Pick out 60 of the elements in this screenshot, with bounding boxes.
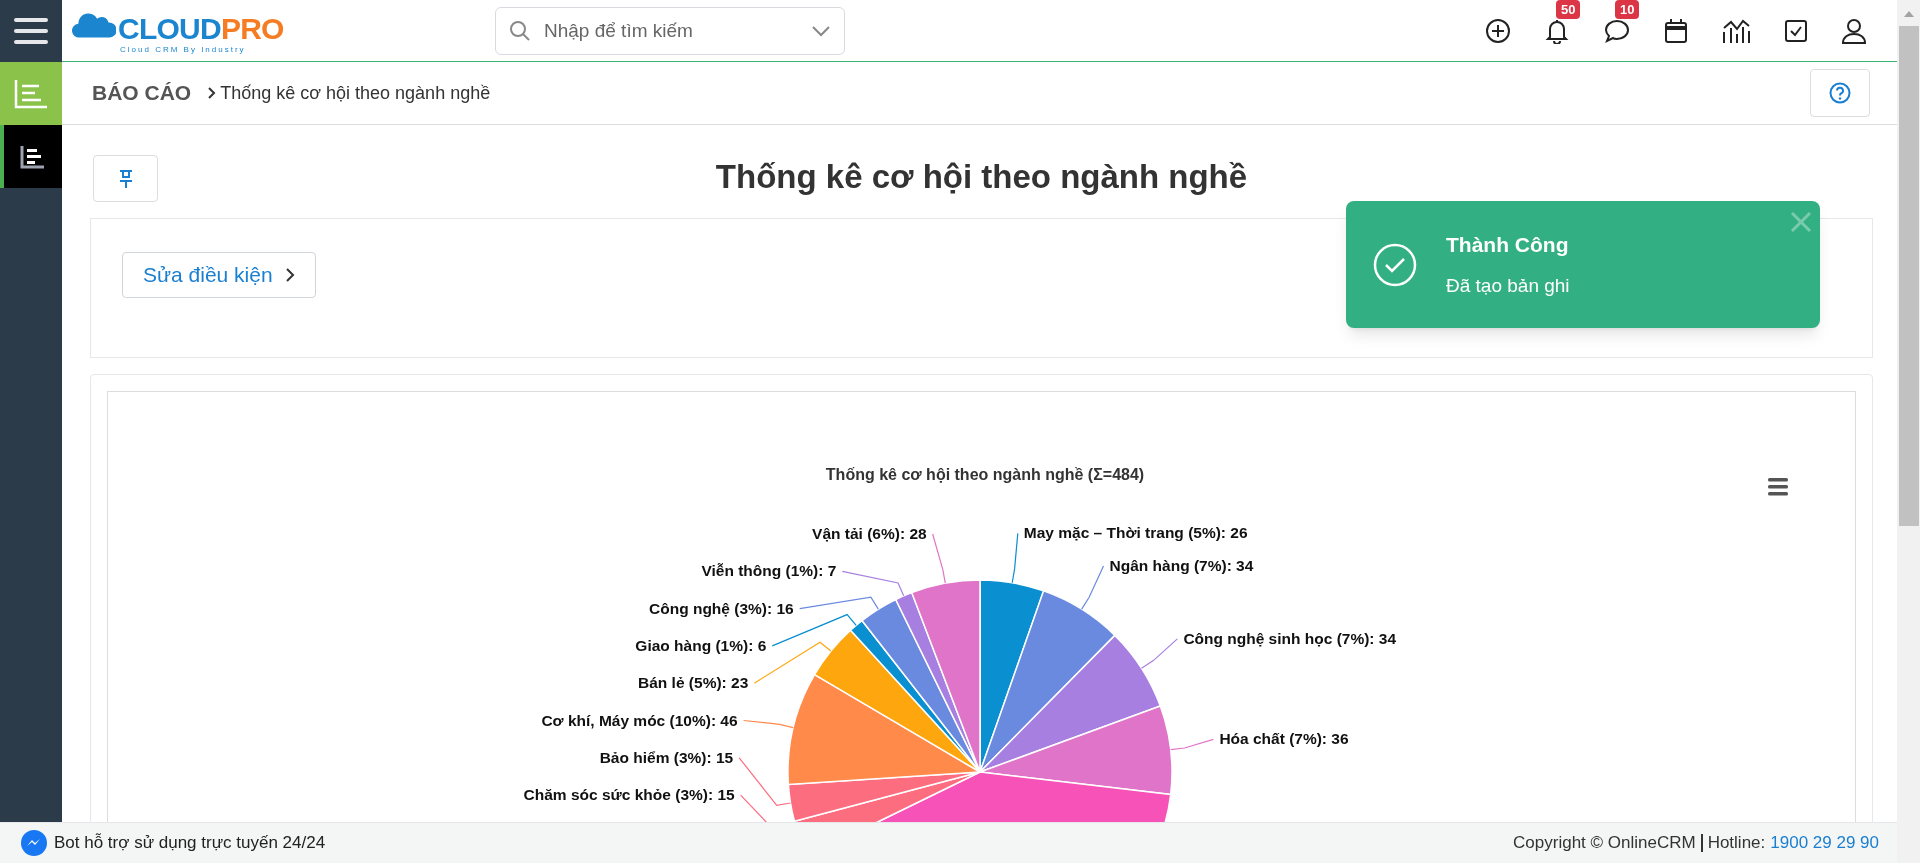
- user-icon[interactable]: [1841, 17, 1867, 44]
- leader-line: [1170, 738, 1214, 751]
- slice-label: Bán lẻ (5%): 23: [638, 674, 749, 692]
- scrollbar[interactable]: [1897, 0, 1920, 863]
- bot-support-link[interactable]: Bot hỗ trợ sử dụng trực tuyến 24/24: [54, 830, 326, 856]
- checkbox-icon[interactable]: [1784, 18, 1808, 43]
- leader-line: [1081, 565, 1105, 610]
- slice-label: May mặc – Thời trang (5%): 26: [1023, 524, 1248, 542]
- list-chart-icon: [13, 77, 49, 110]
- slice-label: Giao hàng (1%): 6: [635, 636, 767, 654]
- line-chart-icon[interactable]: [1721, 17, 1751, 44]
- scroll-thumb[interactable]: [1898, 26, 1919, 526]
- leader-line: [738, 757, 792, 806]
- copyright-text: Copyright © OnlineCRM: [1513, 834, 1703, 852]
- leader-line: [932, 533, 946, 584]
- slice-label: Công nghệ sinh học (7%): 34: [1183, 629, 1397, 647]
- leader-line: [1140, 638, 1178, 669]
- help-icon: [1829, 82, 1851, 104]
- search-field[interactable]: Nhập để tìm kiếm: [495, 6, 845, 55]
- message-badge: 10: [1615, 0, 1640, 19]
- breadcrumb-current: Thống kê cơ hội theo ngành nghề: [220, 81, 491, 105]
- slice-label: Cơ khí, Máy móc (10%): 46: [541, 711, 738, 729]
- menu-icon[interactable]: [1768, 478, 1788, 496]
- logo-text[interactable]: PRO: [220, 13, 284, 44]
- notification-badge: 50: [1556, 0, 1581, 19]
- search-icon: [509, 19, 531, 42]
- edit-conditions-button[interactable]: Sửa điều kiện: [122, 252, 316, 298]
- bell-icon[interactable]: [1544, 17, 1570, 44]
- hotline-link[interactable]: 1900 29 29 90: [1770, 830, 1879, 856]
- slice-label: Ngân hàng (7%): 34: [1109, 557, 1254, 574]
- chat-icon[interactable]: [1603, 17, 1631, 44]
- slice-label: Hóa chất (7%): 36: [1219, 730, 1349, 748]
- slice-label: Vận tải (6%): 28: [812, 525, 927, 542]
- leader-line: [1011, 532, 1019, 584]
- sidebar-item[interactable]: [0, 125, 62, 188]
- chevron-right-icon: [284, 267, 295, 283]
- toast-message: Đã tạo bản ghi: [1446, 274, 1570, 298]
- menu-icon[interactable]: [14, 17, 48, 45]
- help-button[interactable]: [1810, 69, 1870, 117]
- messenger-icon[interactable]: [20, 829, 48, 857]
- add-icon[interactable]: [1485, 17, 1511, 44]
- logo-tagline: Cloud CRM By Industry: [120, 45, 247, 54]
- pin-icon: [117, 168, 134, 189]
- hotline-label: Hotline:: [1707, 832, 1766, 855]
- chevron-right-icon: [207, 86, 217, 100]
- chevron-down-icon: [811, 24, 831, 37]
- check-circle-icon: [1373, 242, 1417, 287]
- pin-button[interactable]: [93, 155, 158, 202]
- slice-label: Viễn thông (1%): 7: [701, 562, 837, 580]
- leader-line: [743, 719, 794, 729]
- slice-label: Bảo hiểm (3%): 15: [599, 748, 734, 766]
- logo-text[interactable]: CLOUD: [118, 13, 221, 44]
- breadcrumb-root[interactable]: BÁO CÁO: [92, 77, 192, 109]
- calendar-icon[interactable]: [1664, 17, 1688, 44]
- chart-title: Thống kê cơ hội theo ngành nghề (Σ=484): [825, 466, 1145, 483]
- bar-chart-icon: [19, 143, 47, 170]
- slice-label: Công nghệ (3%): 16: [649, 599, 794, 617]
- slice-label: Chăm sóc sức khỏe (3%): 15: [523, 786, 735, 804]
- toast-title: Thành Công: [1446, 231, 1570, 258]
- page-title: Thống kê cơ hội theo ngành nghề: [715, 156, 1248, 197]
